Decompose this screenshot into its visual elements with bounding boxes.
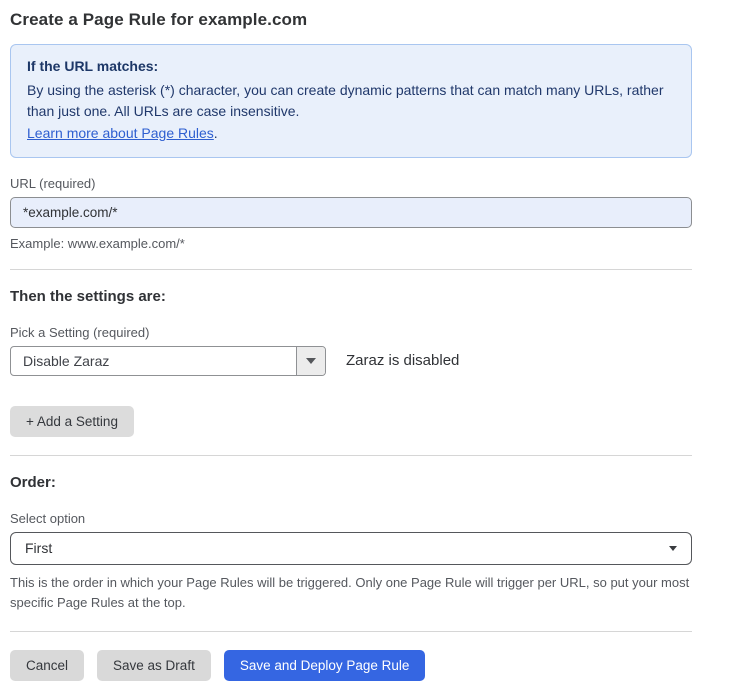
- setting-dropdown-value: Disable Zaraz: [23, 352, 110, 369]
- setting-row: Disable Zaraz Zaraz is disabled: [10, 345, 692, 376]
- setting-dropdown[interactable]: Disable Zaraz: [10, 345, 326, 376]
- order-select[interactable]: First: [10, 531, 692, 565]
- info-box-body-text: By using the asterisk (*) character, you…: [27, 81, 664, 120]
- footer-buttons: Cancel Save as Draft Save and Deploy Pag…: [10, 650, 692, 681]
- url-field-example: Example: www.example.com/*: [10, 235, 185, 251]
- url-match-info-box: If the URL matches: By using the asteris…: [10, 44, 692, 158]
- save-and-deploy-button[interactable]: Save and Deploy Page Rule: [223, 650, 426, 681]
- page-rule-form: Create a Page Rule for example.com If th…: [0, 0, 750, 681]
- divider: [10, 454, 692, 456]
- settings-section-heading: Then the settings are:: [10, 287, 166, 305]
- page-title: Create a Page Rule for example.com: [10, 10, 308, 29]
- order-select-value: First: [25, 540, 53, 557]
- order-select-label: Select option: [10, 510, 86, 526]
- order-help-text: This is the order in which your Page Rul…: [10, 574, 690, 610]
- setting-dropdown-arrow-button[interactable]: [296, 346, 325, 375]
- link-period: .: [213, 125, 218, 142]
- divider: [10, 631, 692, 633]
- learn-more-link[interactable]: Learn more about Page Rules: [27, 125, 214, 141]
- cancel-button[interactable]: Cancel: [10, 650, 85, 681]
- chevron-down-icon: [669, 545, 677, 551]
- url-field-label: URL (required): [10, 175, 96, 191]
- order-section-heading: Order:: [10, 473, 56, 491]
- url-input[interactable]: [10, 196, 692, 228]
- info-box-heading: If the URL matches:: [27, 58, 159, 74]
- chevron-down-icon: [306, 357, 316, 364]
- info-box-body: By using the asterisk (*) character, you…: [27, 80, 675, 145]
- divider: [10, 268, 692, 270]
- pick-setting-label: Pick a Setting (required): [10, 324, 150, 340]
- setting-status-text: Zaraz is disabled: [346, 352, 460, 370]
- save-as-draft-button[interactable]: Save as Draft: [97, 650, 211, 681]
- add-setting-button[interactable]: + Add a Setting: [10, 405, 134, 437]
